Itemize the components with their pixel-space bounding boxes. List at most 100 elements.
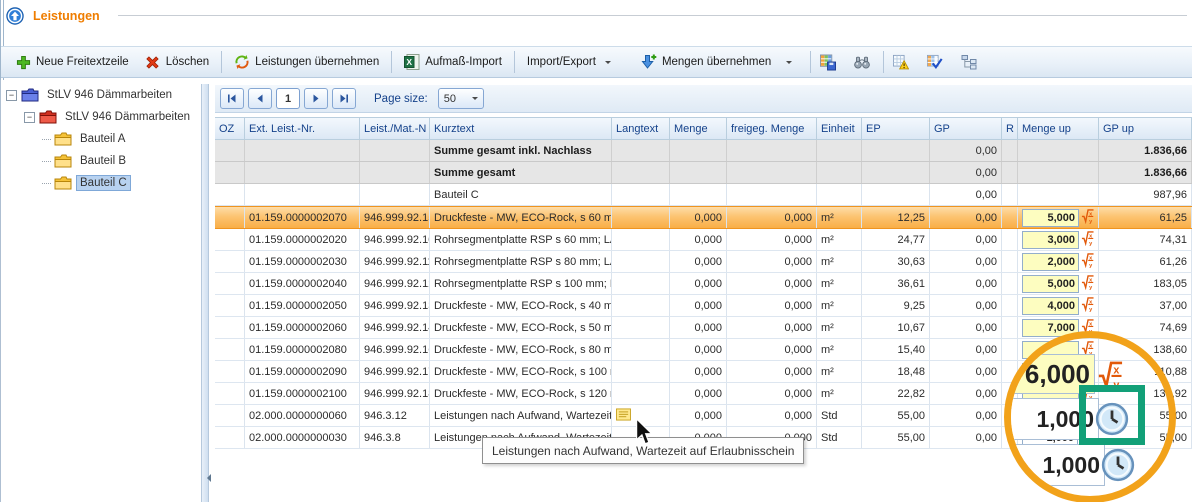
tree-item-bauteil-b[interactable]: Bauteil B [2, 150, 199, 172]
cell-freigeg-menge: 0,000 [727, 405, 817, 426]
button-label: Import/Export [527, 56, 596, 68]
apply-services-button[interactable]: Leistungen übernehmen [226, 51, 387, 73]
search-button[interactable] [849, 50, 875, 74]
cell-gp: 0,00 [930, 184, 1002, 205]
page-size-select[interactable]: 50 [438, 88, 484, 109]
tree-item-bauteil-c[interactable]: Bauteil C [2, 172, 199, 194]
cell-freigeg-menge: 0,000 [727, 251, 817, 272]
tree-expander-icon[interactable]: − [6, 90, 17, 101]
button-label: Neue Freitextzeile [36, 56, 129, 68]
prev-page-button[interactable] [248, 88, 272, 109]
delete-button[interactable]: Löschen [137, 51, 217, 73]
column-header-ep[interactable]: EP [862, 118, 930, 139]
chevron-down-icon [472, 97, 478, 103]
next-page-button[interactable] [304, 88, 328, 109]
grid-check-button[interactable] [922, 50, 948, 74]
toolbar-separator [883, 51, 884, 73]
new-freetext-row-button[interactable]: Neue Freitextzeile [7, 51, 137, 73]
cell-menge-up: 5,000xy [1018, 207, 1099, 228]
column-header-oz[interactable]: OZ [215, 118, 245, 139]
menge-up-input[interactable]: 3,000 [1022, 231, 1079, 249]
formula-icon[interactable]: xy [1081, 208, 1094, 227]
menge-up-input[interactable]: 5,000 [1022, 275, 1079, 293]
apply-quantities-menu[interactable]: Mengen übernehmen [633, 51, 800, 73]
table-row[interactable]: 01.159.0000002070946.999.92.15Druckfeste… [215, 206, 1192, 229]
menge-up-input[interactable]: 2,000 [1022, 253, 1079, 271]
cell-ext-leist-nr: 01.159.0000002090 [245, 361, 360, 382]
cell-oz [215, 339, 245, 360]
column-header-langtext[interactable]: Langtext [612, 118, 670, 139]
column-header-r[interactable]: R [1002, 118, 1018, 139]
column-header-gp-up[interactable]: GP up [1099, 118, 1192, 139]
collapse-up-icon[interactable] [6, 7, 24, 25]
menge-up-editor: 4,000xy [1022, 296, 1094, 315]
cell-einheit: m² [817, 251, 862, 272]
table-row[interactable]: 01.159.0000002060946.999.92.14Druckfeste… [215, 317, 1192, 339]
cell-langtext [612, 295, 670, 316]
formula-icon[interactable]: xy [1081, 252, 1094, 271]
cell-kurztext: Rohrsegmentplatte RSP s 100 mm; L [430, 273, 612, 294]
table-row[interactable]: 01.159.0000002030946.999.92.11Rohrsegmen… [215, 251, 1192, 273]
cell-einheit: m² [817, 339, 862, 360]
cell-menge-up: 2,000xy [1018, 251, 1099, 272]
cell-ep: 55,00 [862, 427, 930, 448]
column-header-leist-mat-n[interactable]: Leist./Mat.-N [360, 118, 430, 139]
formula-icon[interactable]: xy [1081, 230, 1094, 249]
cell-gp: 0,00 [930, 339, 1002, 360]
panel-splitter[interactable] [201, 84, 209, 502]
cell-langtext [612, 184, 670, 205]
tree-item-bauteil-a[interactable]: Bauteil A [2, 128, 199, 150]
cell-langtext [612, 317, 670, 338]
tree-expander-icon[interactable]: − [24, 112, 35, 123]
column-header-gp[interactable]: GP [930, 118, 1002, 139]
column-header-einheit[interactable]: Einheit [817, 118, 862, 139]
svg-text:y: y [1089, 307, 1093, 312]
cell-langtext [612, 339, 670, 360]
formula-icon[interactable]: xy [1081, 296, 1094, 315]
import-export-menu[interactable]: Import/Export [519, 53, 619, 71]
cell-gp: 0,00 [930, 273, 1002, 294]
menge-up-input[interactable]: 4,000 [1022, 297, 1079, 315]
table-row[interactable]: 01.159.0000002040946.999.92.12Rohrsegmen… [215, 273, 1192, 295]
save-grid-layout-button[interactable] [815, 50, 841, 74]
tree-item-label: StLV 946 Dämmarbeiten [44, 88, 175, 102]
folder-icon [39, 110, 57, 124]
last-page-button[interactable] [332, 88, 356, 109]
cell-einheit [817, 162, 862, 183]
tree-item-label: Bauteil B [77, 154, 129, 168]
tree-connector [42, 161, 51, 162]
table-row[interactable]: Bauteil C0,00987,96 [215, 184, 1192, 206]
tree-view-button[interactable] [956, 50, 982, 74]
pager: 1 Page size: 50 [215, 85, 1192, 113]
cell-einheit [817, 140, 862, 161]
tree-item-stlv-946-d-mmarbeiten[interactable]: − StLV 946 Dämmarbeiten [2, 84, 199, 106]
formula-icon[interactable]: xy [1081, 274, 1094, 293]
cell-gp: 0,00 [930, 405, 1002, 426]
tree-item-stlv-946-d-mmarbeiten[interactable]: −StLV 946 Dämmarbeiten [2, 106, 199, 128]
menge-up-input[interactable]: 5,000 [1022, 209, 1079, 227]
column-header-menge-up[interactable]: Menge up [1018, 118, 1099, 139]
cell-langtext [612, 140, 670, 161]
cell-menge-up [1018, 184, 1099, 205]
column-header-freigeg-menge[interactable]: freigeg. Menge [727, 118, 817, 139]
cell-einheit: m² [817, 207, 862, 228]
column-header-ext-leist-nr[interactable]: Ext. Leist.-Nr. [245, 118, 360, 139]
toolbar: Neue Freitextzeile Löschen Leistungen üb… [1, 46, 1192, 78]
cell-gp-up: 1.836,66 [1099, 162, 1192, 183]
button-label: Löschen [166, 56, 209, 68]
table-row[interactable]: 01.159.0000002050946.999.92.13Druckfeste… [215, 295, 1192, 317]
langtext-note-icon[interactable] [616, 408, 631, 424]
grid-warning-button[interactable] [888, 50, 914, 74]
current-page-button[interactable]: 1 [276, 88, 300, 109]
title-divider [118, 15, 1187, 16]
column-header-kurztext[interactable]: Kurztext [430, 118, 612, 139]
clock-icon [1095, 402, 1129, 439]
cell-gp-up: 183,05 [1099, 273, 1192, 294]
table-row[interactable]: 01.159.0000002020946.999.92.10Rohrsegmen… [215, 229, 1192, 251]
cell-freigeg-menge: 0,000 [727, 295, 817, 316]
cell-gp: 0,00 [930, 383, 1002, 404]
column-header-menge[interactable]: Menge [670, 118, 727, 139]
toolbar-separator [514, 51, 515, 73]
aufmass-import-button[interactable]: X Aufmaß-Import [396, 51, 510, 73]
first-page-button[interactable] [220, 88, 244, 109]
